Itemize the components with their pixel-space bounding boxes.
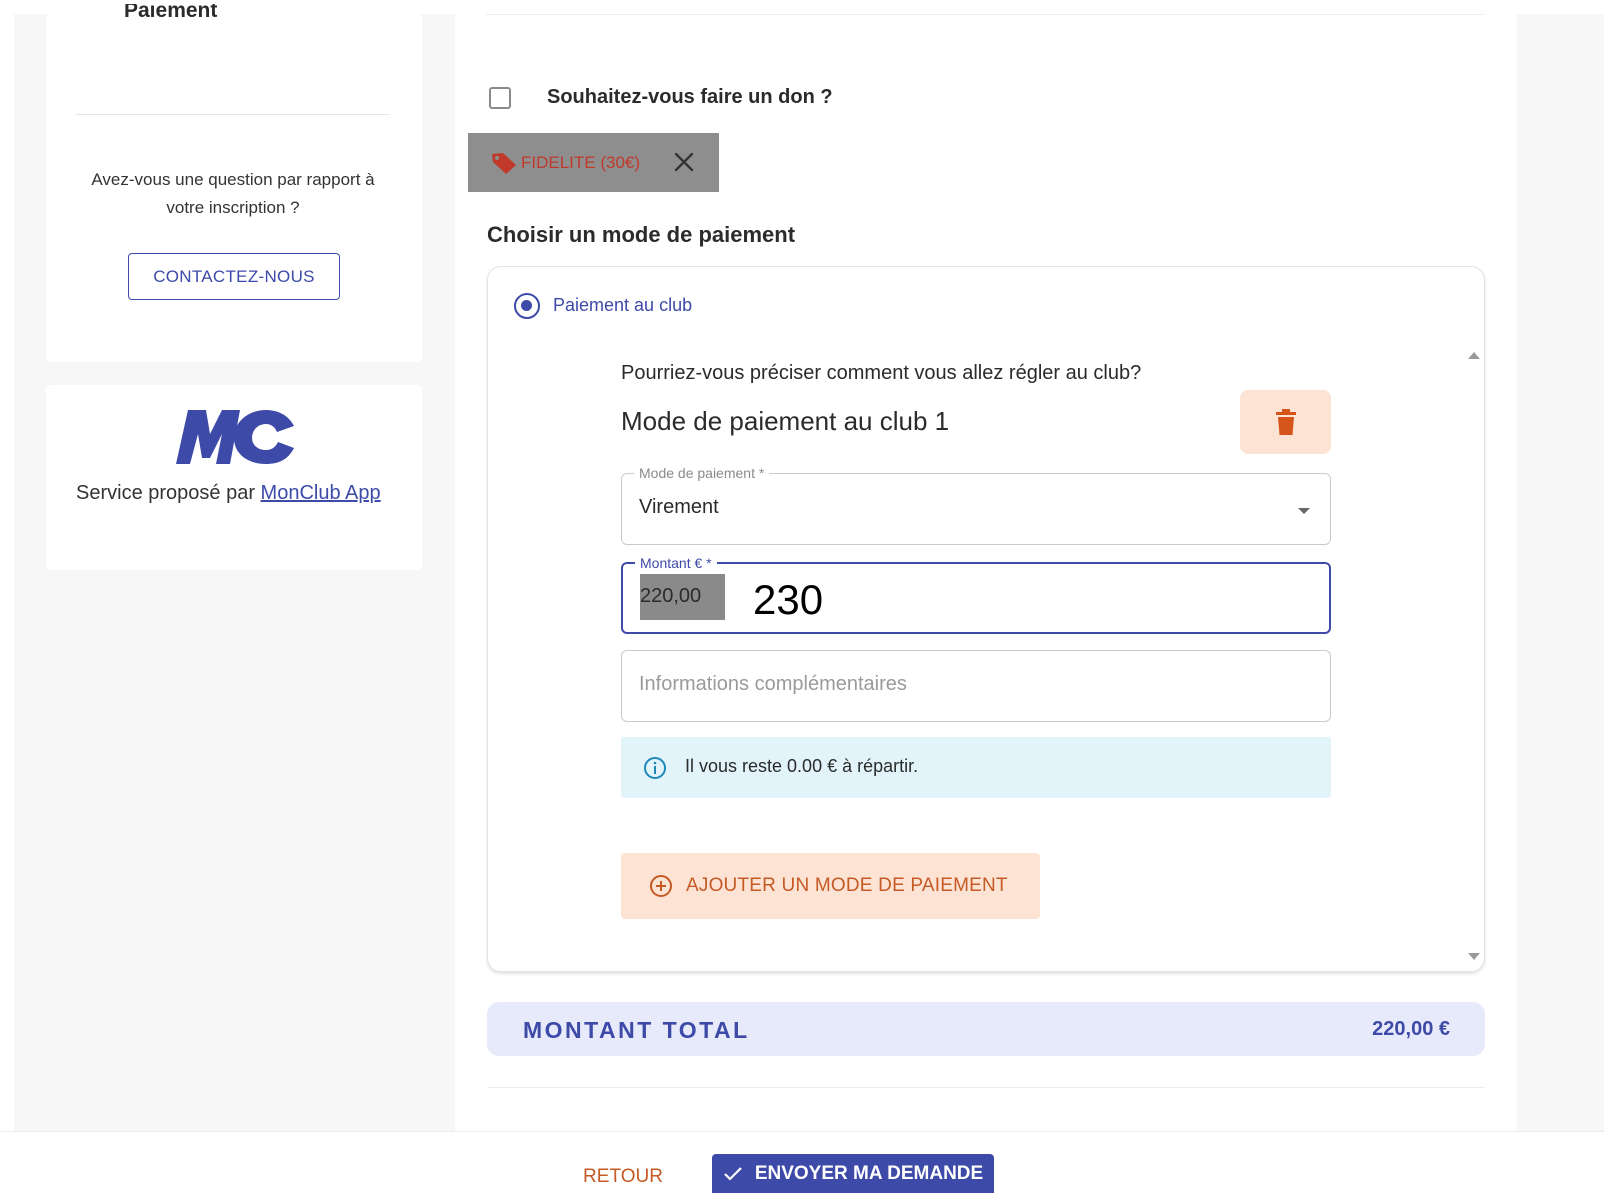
total-bar: MONTANT TOTAL 220,00 € [487, 1002, 1485, 1056]
help-question: Avez-vous une question par rapport à vot… [91, 170, 375, 217]
sidebar-section-title: Paiement [124, 0, 218, 22]
additional-info-input[interactable]: Informations complémentaires [621, 650, 1331, 722]
chevron-down-icon [1298, 508, 1310, 514]
total-label: MONTANT TOTAL [523, 1017, 750, 1043]
payment-club-radio[interactable] [514, 293, 540, 319]
club-mode-title: Mode de paiement au club 1 [621, 406, 950, 436]
contact-button[interactable]: CONTACTEZ-NOUS [128, 253, 340, 300]
payment-club-label[interactable]: Paiement au club [553, 295, 692, 316]
amount-legend: Montant € * [635, 554, 717, 572]
top-divider [486, 14, 1484, 15]
check-icon [724, 1166, 742, 1181]
monclub-logo [176, 410, 294, 464]
info-alert: Il vous reste 0.00 € à répartir. [621, 737, 1331, 798]
add-payment-mode-label: AJOUTER UN MODE DE PAIEMENT [686, 875, 1008, 896]
page: Paiement Avez-vous une question par rapp… [0, 0, 1604, 1193]
sidebar-divider [76, 114, 390, 115]
total-value: 220,00 € [1372, 1018, 1450, 1040]
payment-mode-legend: Mode de paiement * [634, 464, 770, 482]
payment-section-title: Choisir un mode de paiement [487, 222, 796, 247]
info-icon [644, 757, 666, 779]
payment-mode-select[interactable]: Mode de paiement * Virement [621, 464, 1331, 545]
send-request-button[interactable]: ENVOYER MA DEMANDE [712, 1154, 994, 1193]
scroll-up-arrow[interactable] [1468, 352, 1480, 359]
amount-value: 220,00 [640, 585, 702, 607]
amount-annotation: 230 [753, 576, 824, 623]
discount-chip-label: FIDELITE (30€) [521, 153, 641, 172]
delete-button[interactable] [1240, 390, 1331, 454]
add-payment-mode-button[interactable]: AJOUTER UN MODE DE PAIEMENT [621, 853, 1040, 919]
back-button[interactable]: RETOUR [577, 1160, 669, 1193]
scroll-down-arrow[interactable] [1468, 953, 1480, 960]
trash-icon [1275, 409, 1296, 435]
send-request-label: ENVOYER MA DEMANDE [754, 1162, 984, 1184]
service-text: Service proposé par MonClub App [76, 478, 396, 509]
tag-icon [492, 153, 516, 174]
amount-input[interactable]: Montant € * 220,00 230 [621, 554, 1331, 634]
payment-mode-value: Virement [639, 496, 719, 518]
donation-checkbox[interactable] [489, 87, 511, 109]
donation-label: Souhaitez-vous faire un don ? [547, 86, 833, 108]
close-icon[interactable] [672, 150, 696, 174]
additional-info-placeholder: Informations complémentaires [639, 673, 907, 695]
monclub-link[interactable]: MonClub App [261, 482, 381, 504]
bottom-divider [487, 1087, 1485, 1088]
club-payment-question: Pourriez-vous préciser comment vous alle… [621, 362, 1142, 384]
plus-circle-icon [650, 875, 672, 897]
info-alert-text: Il vous reste 0.00 € à répartir. [685, 756, 919, 776]
service-prefix: Service proposé par [76, 482, 261, 504]
